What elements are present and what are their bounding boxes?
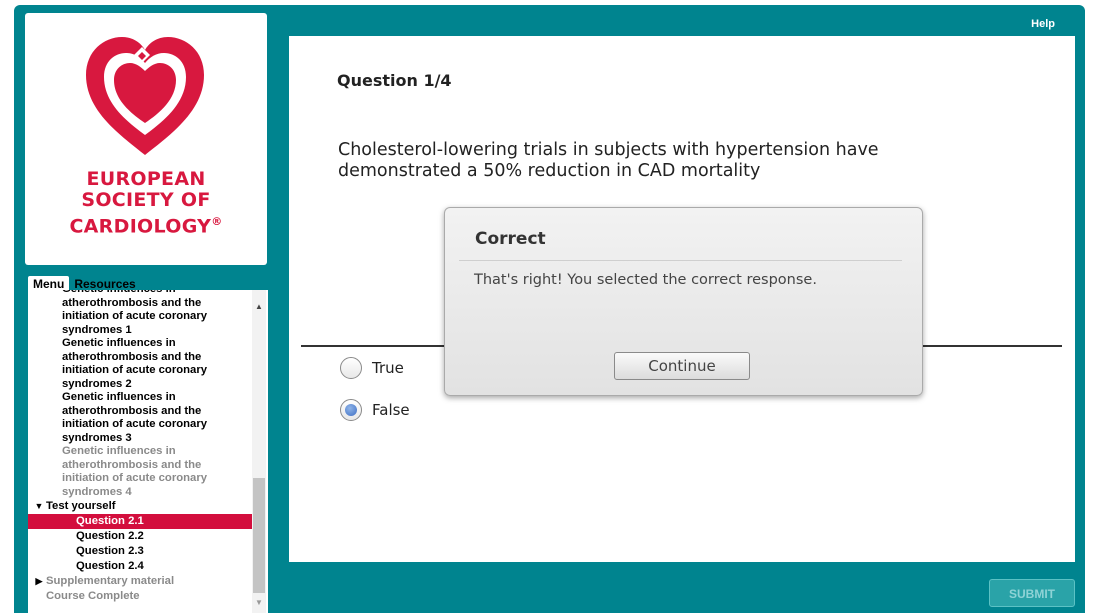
heart-logo-icon bbox=[86, 37, 204, 155]
scroll-up-icon[interactable]: ▲ bbox=[255, 302, 263, 311]
option-label: True bbox=[372, 359, 404, 377]
logo-line-3: CARDIOLOGY® bbox=[25, 211, 267, 237]
logo-line-1: EUROPEAN bbox=[86, 168, 206, 190]
menu-item[interactable]: Genetic influences in atherothrombosis a… bbox=[28, 290, 252, 337]
dialog-title: Correct bbox=[475, 229, 546, 249]
menu-question[interactable]: Question 2.2 bbox=[28, 529, 252, 544]
radio-button-unselected[interactable] bbox=[340, 357, 362, 379]
menu-course-complete[interactable]: Course Complete bbox=[28, 589, 252, 604]
radio-button-selected[interactable] bbox=[340, 399, 362, 421]
continue-button[interactable]: Continue bbox=[614, 352, 750, 380]
menu-item[interactable]: Genetic influences in atherothrombosis a… bbox=[28, 445, 252, 499]
feedback-dialog: Correct That's right! You selected the c… bbox=[444, 207, 923, 396]
tab-resources[interactable]: Resources bbox=[69, 276, 140, 291]
submit-button[interactable]: SUBMIT bbox=[989, 579, 1075, 607]
logo-panel: EUROPEAN SOCIETY OF CARDIOLOGY® bbox=[25, 13, 267, 265]
tab-menu[interactable]: Menu bbox=[28, 276, 70, 291]
menu-section-label: Test yourself bbox=[46, 499, 116, 512]
sidebar-tabs: Menu Resources bbox=[28, 276, 141, 291]
logo-line-2: SOCIETY OF bbox=[81, 189, 211, 211]
dialog-message: That's right! You selected the correct r… bbox=[474, 272, 817, 288]
menu-section-test-yourself[interactable]: ▼ Test yourself bbox=[28, 499, 252, 514]
logo-line-3-text: CARDIOLOGY bbox=[69, 215, 212, 238]
option-false[interactable]: False bbox=[340, 399, 410, 421]
dialog-divider bbox=[459, 260, 902, 261]
scroll-down-icon[interactable]: ▼ bbox=[255, 598, 263, 607]
menu-item[interactable]: Genetic influences in atherothrombosis a… bbox=[28, 337, 252, 391]
menu-list: Genetic influences in atherothrombosis a… bbox=[28, 290, 252, 604]
menu-section-supplementary[interactable]: ▶ Supplementary material bbox=[28, 574, 252, 589]
menu-question-current[interactable]: Question 2.1 bbox=[28, 514, 252, 529]
menu-item[interactable]: Genetic influences in atherothrombosis a… bbox=[28, 391, 252, 445]
question-number: Question 1/4 bbox=[337, 71, 452, 90]
option-label: False bbox=[372, 401, 410, 419]
menu-section-label: Supplementary material bbox=[46, 574, 175, 587]
caret-right-icon: ▶ bbox=[35, 575, 43, 586]
option-true[interactable]: True bbox=[340, 357, 404, 379]
menu-scrollbar[interactable]: ▲ ▼ bbox=[252, 290, 266, 613]
menu-panel: Genetic influences in atherothrombosis a… bbox=[28, 290, 268, 613]
question-text: Cholesterol-lowering trials in subjects … bbox=[338, 140, 879, 181]
menu-question[interactable]: Question 2.4 bbox=[28, 559, 252, 574]
scrollbar-thumb[interactable] bbox=[253, 478, 265, 593]
registered-mark: ® bbox=[211, 215, 223, 228]
logo-wordmark: EUROPEAN SOCIETY OF CARDIOLOGY® bbox=[25, 169, 267, 237]
menu-question[interactable]: Question 2.3 bbox=[28, 544, 252, 559]
help-link[interactable]: Help bbox=[1031, 18, 1055, 30]
caret-down-icon: ▼ bbox=[34, 500, 44, 511]
